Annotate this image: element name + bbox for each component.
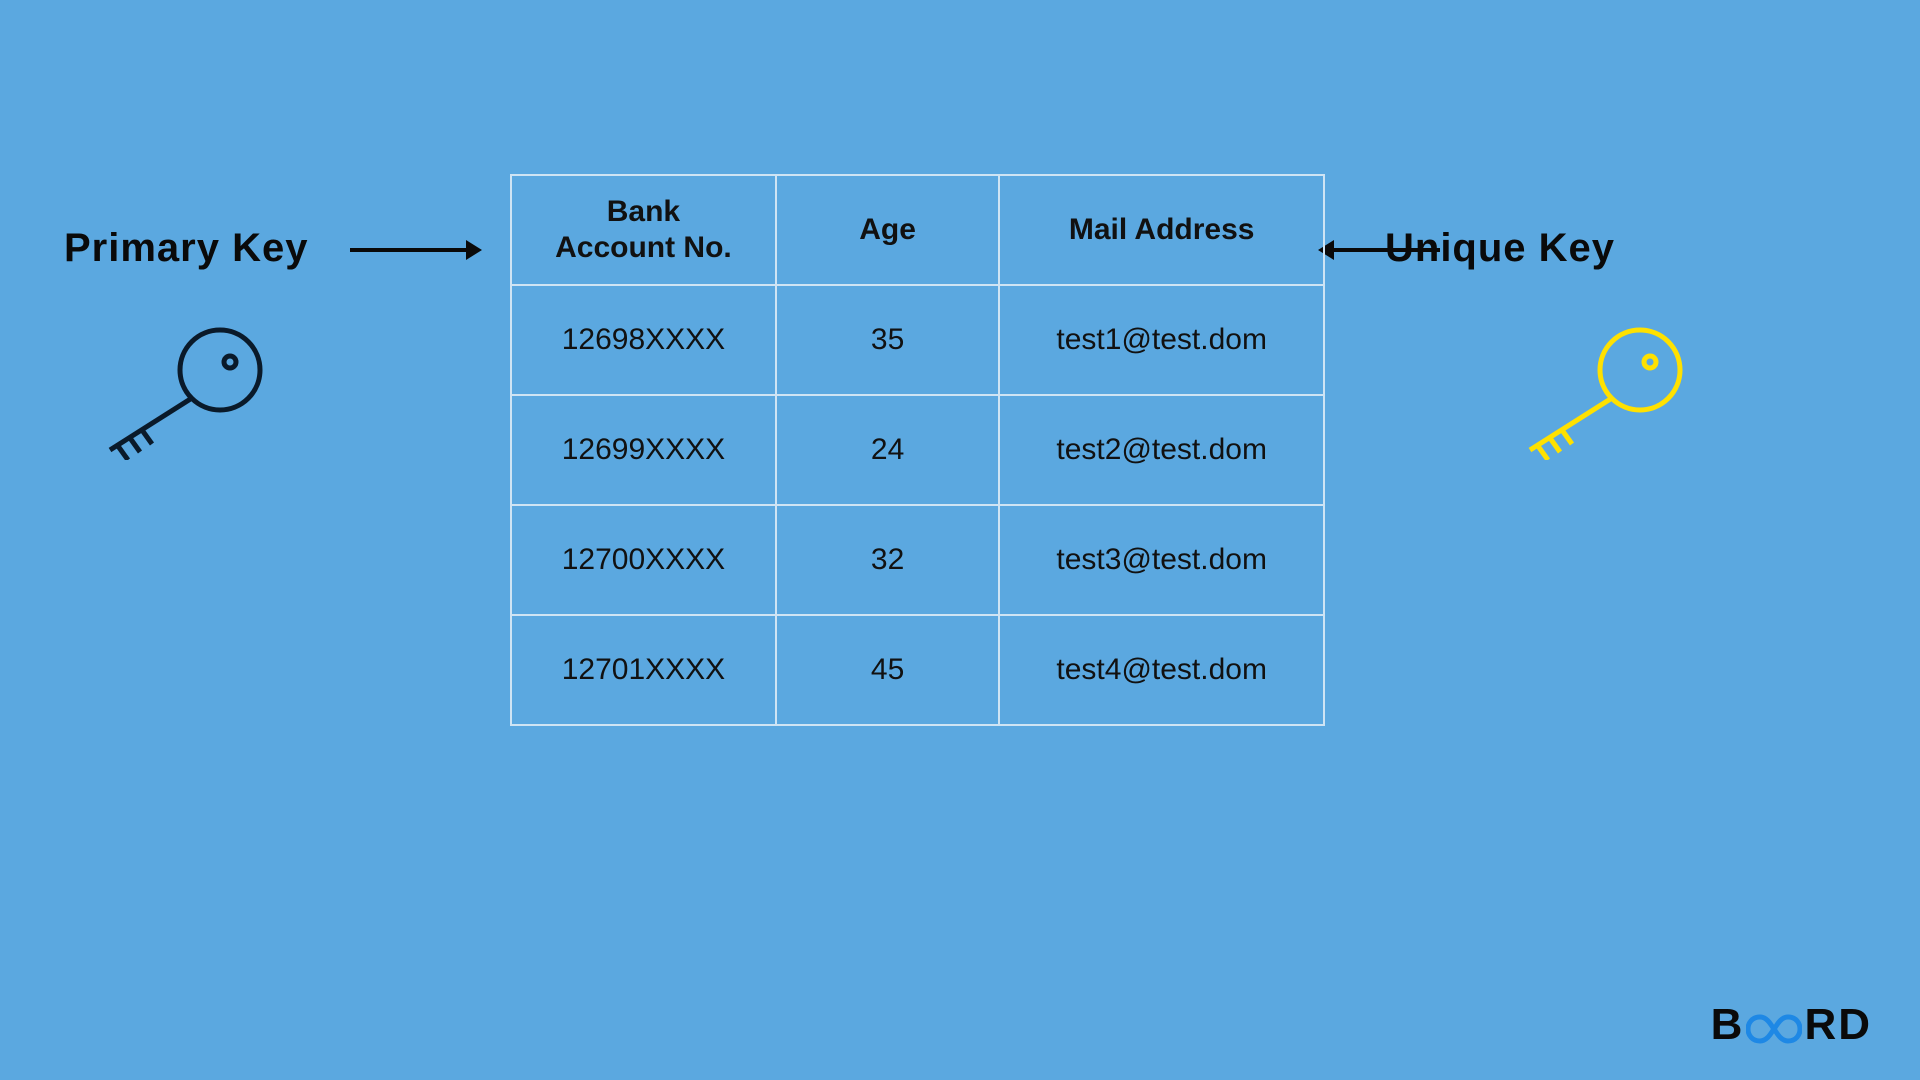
col-header-bank-l1: Bank [512,194,775,230]
table-row: 12701XXXX 45 test4@test.dom [511,615,1324,725]
table-row: 12699XXXX 24 test2@test.dom [511,395,1324,505]
cell-acct: 12698XXXX [511,285,776,395]
table-header-row: Bank Account No. Age Mail Address [511,175,1324,285]
brand-rd: RD [1804,1000,1872,1049]
cell-age: 32 [776,505,999,615]
db-keys-table: Bank Account No. Age Mail Address 12698X… [510,174,1325,726]
cell-acct: 12699XXXX [511,395,776,505]
col-header-mail: Mail Address [999,175,1324,285]
table-row: 12700XXXX 32 test3@test.dom [511,505,1324,615]
primary-key-icon [80,320,270,460]
cell-acct: 12700XXXX [511,505,776,615]
cell-mail: test4@test.dom [999,615,1324,725]
table-row: 12698XXXX 35 test1@test.dom [511,285,1324,395]
cell-mail: test3@test.dom [999,505,1324,615]
cell-age: 24 [776,395,999,505]
cell-mail: test1@test.dom [999,285,1324,395]
brand-logo: B RD [1711,1000,1872,1052]
primary-key-label: Primary Key [64,226,308,271]
arrow-primary-to-col1 [350,248,470,252]
arrow-unique-to-col3 [1330,248,1440,252]
unique-key-icon [1500,320,1690,460]
cell-age: 45 [776,615,999,725]
col-header-bank-l2: Account No. [512,230,775,266]
infinity-icon [1746,1002,1802,1052]
col-header-bank-account: Bank Account No. [511,175,776,285]
cell-acct: 12701XXXX [511,615,776,725]
brand-b: B [1711,1000,1745,1049]
cell-mail: test2@test.dom [999,395,1324,505]
cell-age: 35 [776,285,999,395]
col-header-age: Age [776,175,999,285]
